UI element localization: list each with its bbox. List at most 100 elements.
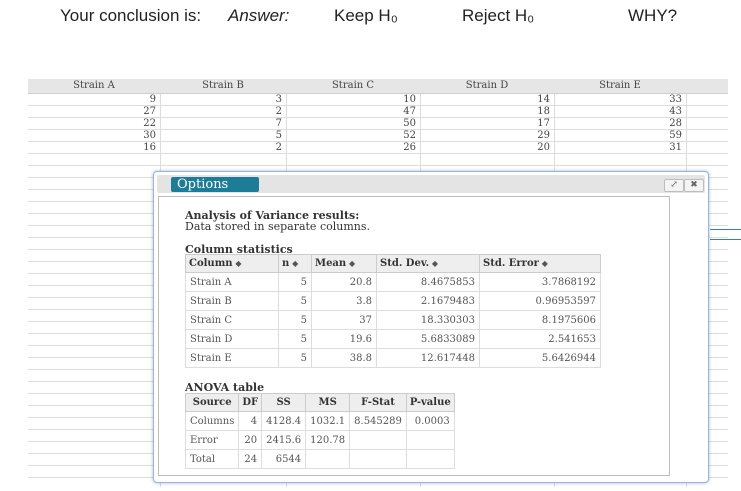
resize-icon[interactable]: ⤢ xyxy=(664,179,684,192)
question-line: Your conclusion is: Answer: Keep H₀ Reje… xyxy=(0,6,741,32)
table-cell xyxy=(349,449,407,469)
column-header-strain-c[interactable]: Strain C xyxy=(286,79,420,93)
table-cell: Strain A xyxy=(185,272,279,292)
sort-icon[interactable]: ◆ xyxy=(429,258,438,268)
anova-column-header: MS xyxy=(305,393,351,412)
stats-column-header[interactable]: Std. Dev. ◆ xyxy=(376,254,480,273)
table-cell: 120.78 xyxy=(305,430,351,450)
stats-column-header[interactable]: Std. Error ◆ xyxy=(479,254,601,273)
empty-row xyxy=(28,154,728,166)
header-label: Std. Error xyxy=(483,258,539,269)
table-cell[interactable]: 59 xyxy=(28,130,682,141)
anova-column-header: F-Stat xyxy=(349,393,407,412)
table-cell: 3.7868192 xyxy=(479,272,601,292)
table-cell[interactable]: 31 xyxy=(28,142,682,153)
table-row: Strain A 5 20.8 8.4675853 3.7868192 xyxy=(185,272,601,292)
table-cell[interactable]: 43 xyxy=(28,106,682,117)
table-cell xyxy=(349,430,407,450)
table-cell: 5.6833089 xyxy=(376,329,480,349)
table-row: 27 2 47 18 43 xyxy=(28,106,728,118)
column-header-strain-a[interactable]: Strain A xyxy=(28,79,160,93)
table-cell: 0.96953597 xyxy=(479,291,601,311)
table-cell: 5 xyxy=(278,329,312,349)
conclusion-prompt: Your conclusion is: xyxy=(60,6,202,25)
table-cell: 0.0003 xyxy=(405,411,455,431)
table-cell[interactable]: 33 xyxy=(28,94,682,105)
table-cell: 2.1679483 xyxy=(376,291,480,311)
table-cell: 1032.1 xyxy=(305,411,351,431)
table-row: 22 7 50 17 28 xyxy=(28,118,728,130)
table-cell: 5 xyxy=(278,348,312,368)
sort-icon[interactable]: ◆ xyxy=(539,258,548,268)
table-cell: Error xyxy=(184,430,240,450)
column-header-strain-e[interactable]: Strain E xyxy=(554,79,686,93)
table-row: Total 24 6544 xyxy=(184,449,455,469)
selection-edge xyxy=(710,239,741,240)
table-cell[interactable]: 28 xyxy=(28,118,682,129)
table-cell: 24 xyxy=(238,449,263,469)
table-cell: 3.8 xyxy=(311,291,377,311)
table-cell: 19.6 xyxy=(311,329,377,349)
table-cell: 8.1975606 xyxy=(479,310,601,330)
keep-h0-option[interactable]: Keep H₀ xyxy=(334,6,398,26)
table-cell: 20.8 xyxy=(311,272,377,292)
selection-edge xyxy=(710,229,741,230)
anova-header-row: Source DF SS MS F-Stat P-value xyxy=(184,393,455,412)
anova-column-header: Source xyxy=(184,393,240,412)
results-subtitle: Data stored in separate columns. xyxy=(185,220,370,233)
table-row: Strain C 5 37 18.330303 8.1975606 xyxy=(185,310,601,330)
close-icon[interactable]: ✖ xyxy=(684,179,704,192)
table-row: Strain B 5 3.8 2.1679483 0.96953597 xyxy=(185,291,601,311)
header-label: Std. Dev. xyxy=(380,258,430,269)
table-cell: 4 xyxy=(238,411,263,431)
table-cell: Columns xyxy=(184,411,240,431)
table-cell: Strain B xyxy=(185,291,279,311)
answer-label: Answer: xyxy=(228,6,290,25)
column-header-strain-d[interactable]: Strain D xyxy=(420,79,554,93)
table-cell: Strain E xyxy=(185,348,279,368)
table-cell: Strain D xyxy=(185,329,279,349)
options-button[interactable]: Options xyxy=(171,177,259,192)
stats-column-header[interactable]: Mean ◆ xyxy=(311,254,377,273)
table-row: Columns 4 4128.4 1032.1 8.545289 0.0003 xyxy=(184,411,455,431)
table-cell: 38.8 xyxy=(311,348,377,368)
reject-h0-option[interactable]: Reject H₀ xyxy=(462,6,534,26)
table-row: Strain D 5 19.6 5.6833089 2.541653 xyxy=(185,329,601,349)
table-cell: 6544 xyxy=(261,449,307,469)
window-side-area xyxy=(672,196,704,474)
anova-column-header: SS xyxy=(261,393,307,412)
table-cell: 4128.4 xyxy=(261,411,307,431)
why-label: WHY? xyxy=(628,6,678,25)
table-row: 9 3 10 14 33 xyxy=(28,94,728,106)
table-cell: Strain C xyxy=(185,310,279,330)
anova-column-header: P-value xyxy=(405,393,455,412)
table-cell: 37 xyxy=(311,310,377,330)
table-row: 16 2 26 20 31 xyxy=(28,142,728,154)
window-toolbar: Options ⤢ ✖ xyxy=(157,175,705,193)
header-label: Column xyxy=(189,258,233,269)
anova-results-window: Options ⤢ ✖ Analysis of Variance results… xyxy=(153,171,709,483)
sort-icon[interactable]: ◆ xyxy=(346,258,355,268)
table-row: 30 5 52 29 59 xyxy=(28,130,728,142)
sheet-header-row: Strain A Strain B Strain C Strain D Stra… xyxy=(28,79,728,94)
stats-column-header[interactable]: Column ◆ xyxy=(185,254,279,273)
table-cell: 8.4675853 xyxy=(376,272,480,292)
table-cell: 5.6426944 xyxy=(479,348,601,368)
table-cell xyxy=(305,449,351,469)
sort-icon[interactable]: ◆ xyxy=(233,258,241,268)
header-label: Mean xyxy=(315,258,347,269)
table-cell: 2.541653 xyxy=(479,329,601,349)
anova-table: Source DF SS MS F-Stat P-value Columns 4 4128.4… xyxy=(184,393,455,469)
anova-column-header: DF xyxy=(238,393,263,412)
table-cell: 20 xyxy=(238,430,263,450)
table-cell: 5 xyxy=(278,310,312,330)
table-cell: 18.330303 xyxy=(376,310,480,330)
stats-column-header[interactable]: n ◆ xyxy=(278,254,312,273)
results-panel: Analysis of Variance results: Data store… xyxy=(158,196,670,476)
sort-icon[interactable]: ◆ xyxy=(289,258,298,268)
table-cell: 8.545289 xyxy=(349,411,407,431)
table-cell: 12.617448 xyxy=(376,348,480,368)
table-cell xyxy=(405,449,455,469)
table-row: Strain E 5 38.8 12.617448 5.6426944 xyxy=(185,348,601,368)
column-header-strain-b[interactable]: Strain B xyxy=(160,79,286,93)
